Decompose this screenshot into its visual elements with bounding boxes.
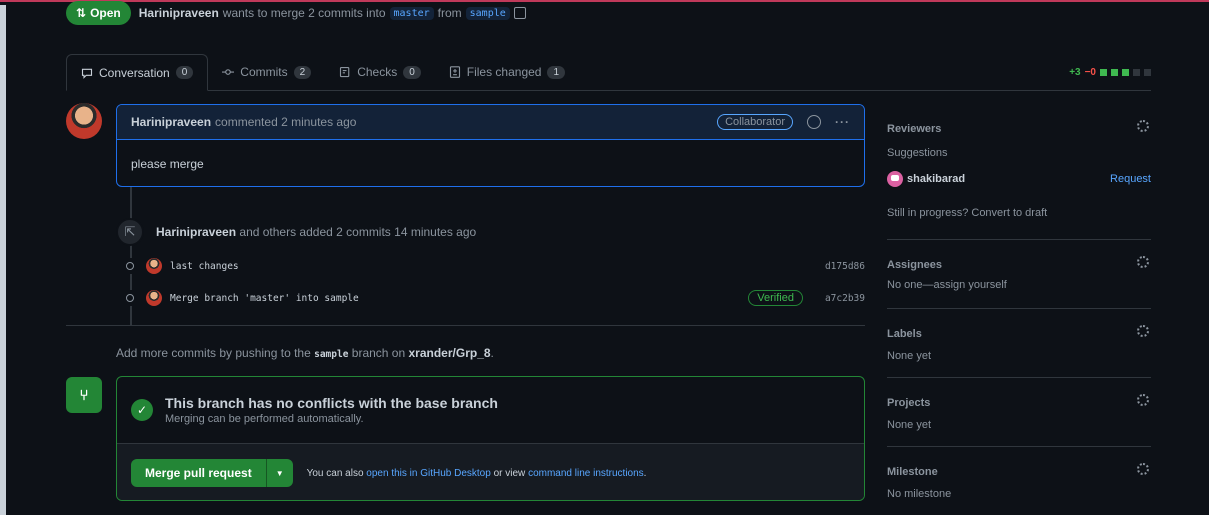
window-edge [0, 0, 6, 515]
suggestions-label: Suggestions [887, 147, 948, 159]
tab-conversation[interactable]: Conversation 0 [66, 54, 209, 91]
merge-status-subtitle: Merging can be performed automatically. [165, 413, 364, 425]
diffstat-block [1122, 69, 1129, 76]
comment-author-link[interactable]: Harinipraveen [131, 115, 211, 129]
commit-message-link[interactable]: Merge branch 'master' into sample [170, 293, 359, 304]
base-branch-pill[interactable]: master [389, 6, 434, 20]
copy-icon[interactable] [513, 7, 526, 19]
open-in-desktop-link[interactable]: open this in GitHub Desktop [366, 468, 491, 479]
commit-sha-link[interactable]: a7c2b39 [825, 293, 865, 304]
add-more-commits-hint: Add more commits by pushing to the sampl… [116, 346, 494, 360]
commit-icon [122, 258, 138, 274]
tab-counter: 0 [403, 65, 421, 79]
pr-author-link[interactable]: Harinipraveen [139, 6, 219, 20]
push-actor-link[interactable]: Harinipraveen [156, 225, 236, 239]
tab-counter: 0 [175, 66, 194, 79]
diffstat-deletions: −0 [1084, 67, 1096, 78]
sidebar-assignees: Assignees No one—assign yourself [887, 240, 1151, 309]
file-diff-icon [449, 66, 460, 78]
milestone-value: No milestone [887, 488, 952, 500]
verified-badge[interactable]: Verified [748, 290, 803, 306]
pr-summary: Harinipraveen wants to merge 2 commits i… [139, 6, 526, 20]
sidebar-milestone: Milestone No milestone [887, 447, 1151, 507]
commit-row: Merge branch 'master' into sample Verifi… [122, 288, 865, 308]
tab-files-changed[interactable]: Files changed 1 [435, 54, 579, 90]
projects-title[interactable]: Projects [887, 397, 1151, 409]
gear-icon[interactable] [1137, 463, 1149, 475]
request-review-link[interactable]: Request [1110, 173, 1151, 185]
comment-timestamp[interactable]: commented 2 minutes ago [215, 115, 356, 129]
milestone-title[interactable]: Milestone [887, 466, 1151, 478]
merge-box: ✓ This branch has no conflicts with the … [116, 376, 865, 501]
reviewers-title[interactable]: Reviewers [887, 123, 1151, 135]
tab-counter: 1 [547, 65, 566, 79]
pr-sidebar: Reviewers Suggestions shakibarad Request… [887, 104, 1151, 507]
more-options-icon[interactable]: ··· [835, 115, 850, 129]
merge-pull-request-button[interactable]: Merge pull request [131, 459, 267, 487]
assign-yourself-link[interactable]: No one—assign yourself [887, 279, 1151, 291]
merge-button-group: Merge pull request ▼ [131, 459, 293, 487]
commit-sha-link[interactable]: d175d86 [825, 261, 865, 272]
labels-value: None yet [887, 350, 932, 362]
comment-body: please merge [131, 157, 204, 171]
labels-title[interactable]: Labels [887, 328, 1151, 340]
commit-author-avatar[interactable] [146, 290, 162, 306]
commit-row: last changes d175d86 [122, 256, 865, 276]
check-icon: ✓ [131, 399, 153, 421]
add-reaction-icon[interactable] [807, 115, 821, 129]
diffstat: +3 −0 [1069, 67, 1151, 78]
commit-author-avatar[interactable] [146, 258, 162, 274]
diffstat-block [1144, 69, 1151, 76]
diffstat-additions: +3 [1069, 67, 1081, 78]
diffstat-block [1100, 69, 1107, 76]
projects-value: None yet [887, 419, 932, 431]
hint-branch-name: sample [314, 349, 349, 360]
comment-icon [81, 68, 93, 79]
sidebar-labels: Labels None yet [887, 309, 1151, 378]
sidebar-projects: Projects None yet [887, 378, 1151, 447]
checklist-icon [340, 66, 350, 78]
repo-push-icon: ⇱ [116, 218, 144, 246]
merge-status-title: This branch has no conflicts with the ba… [165, 395, 498, 411]
git-merge-icon: ⑂ [66, 377, 102, 413]
merge-method-dropdown[interactable]: ▼ [267, 459, 293, 487]
gear-icon[interactable] [1137, 325, 1149, 337]
timeline-divider [66, 325, 865, 326]
author-avatar[interactable] [66, 103, 102, 139]
tab-checks[interactable]: Checks 0 [325, 54, 435, 90]
commit-icon [222, 69, 235, 75]
pull-request-icon: ⇅ [76, 6, 87, 20]
pr-state-badge: ⇅ Open [66, 1, 131, 25]
gear-icon[interactable] [1137, 394, 1149, 406]
comment-header: Harinipraveen commented 2 minutes ago Co… [117, 105, 864, 140]
diffstat-block [1111, 69, 1118, 76]
collaborator-badge: Collaborator [717, 114, 793, 130]
convert-to-draft-link[interactable]: Still in progress? Convert to draft [887, 207, 1151, 219]
commit-message-link[interactable]: last changes [170, 261, 239, 272]
push-event: ⇱ Harinipraveen and others added 2 commi… [116, 218, 476, 246]
top-accent-line [0, 0, 1209, 5]
commit-icon [122, 290, 138, 306]
gear-icon[interactable] [1137, 120, 1149, 132]
command-line-instructions-link[interactable]: command line instructions [528, 468, 644, 479]
reviewer-name: shakibarad [907, 173, 966, 185]
gear-icon[interactable] [1137, 256, 1149, 268]
head-branch-pill[interactable]: sample [465, 6, 510, 20]
assignees-title[interactable]: Assignees [887, 259, 1151, 271]
tab-commits[interactable]: Commits 2 [208, 54, 325, 90]
merge-status: ✓ This branch has no conflicts with the … [117, 377, 864, 444]
diffstat-block [1133, 69, 1140, 76]
comment-box: Harinipraveen commented 2 minutes ago Co… [116, 104, 865, 187]
reviewer-avatar [887, 171, 903, 187]
tab-counter: 2 [293, 65, 312, 79]
merge-actions: Merge pull request ▼ You can also open t… [117, 444, 864, 500]
merge-alternatives-note: You can also open this in GitHub Desktop… [306, 467, 647, 479]
pr-tabs: Conversation 0 Commits 2 Checks 0 Files … [66, 54, 1151, 91]
sidebar-reviewers: Reviewers Suggestions shakibarad Request… [887, 104, 1151, 240]
suggested-reviewer: shakibarad Request [887, 171, 1151, 187]
repo-link[interactable]: xrander/Grp_8 [409, 346, 491, 360]
pr-header: ⇅ Open Harinipraveen wants to merge 2 co… [66, 1, 526, 30]
